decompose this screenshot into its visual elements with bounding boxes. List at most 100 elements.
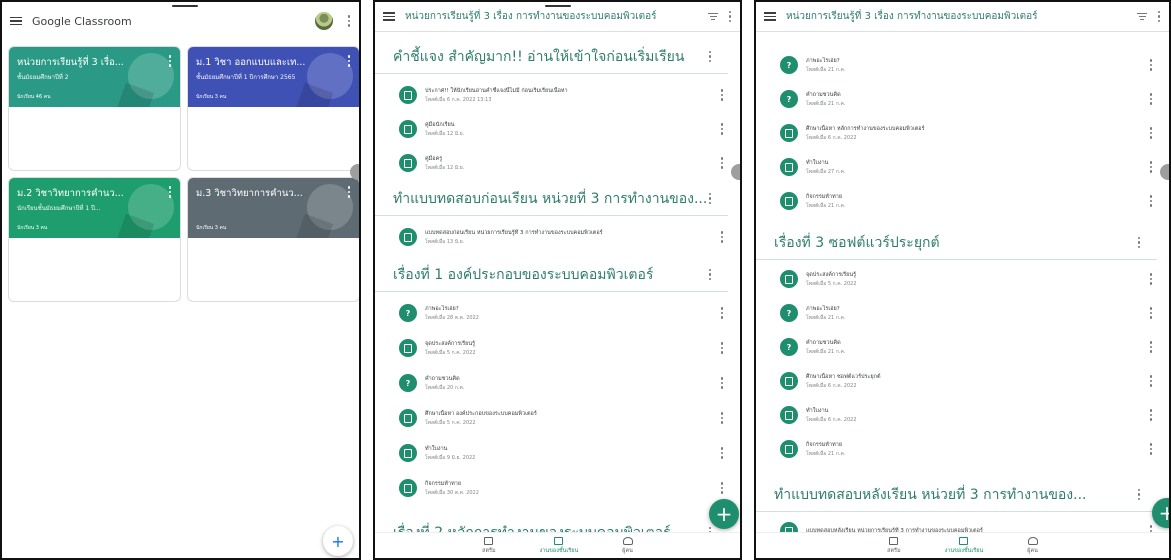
more-options-icon[interactable] (1149, 127, 1153, 139)
class-name[interactable]: หน่วยการเรียนรู้ที่ 3 เรื่อ... (17, 55, 172, 70)
class-card-header[interactable]: ม.2 วิชาวิทยาการคำนว... นักเรียนชั้นมัธยม… (9, 178, 180, 238)
classwork-topbar: หน่วยการเรียนรู้ที่ 3 เรื่อง การทำงานของ… (375, 2, 740, 32)
more-options-icon[interactable] (708, 50, 712, 63)
classwork-item[interactable]: ? ภาพอะไรเอ่ย? โพสต์เมื่อ 21 ก.ค. (756, 298, 1169, 328)
classwork-item[interactable]: ศึกษาเนื้อหา หลักการทำงานของระบบคอมพิวเต… (756, 118, 1169, 148)
more-options-icon[interactable] (720, 412, 724, 424)
item-menu (720, 123, 724, 135)
more-options-icon[interactable] (720, 157, 724, 169)
item-date: โพสต์เมื่อ 28 ต.ค. 2022 (425, 314, 479, 321)
class-card[interactable]: ม.1 วิชา ออกแบบและเท... ชั้นมัธยมศึกษาปีท… (187, 46, 359, 171)
classwork-item[interactable]: ประกาศ!! ให้นักเรียนอ่านคำชี้แจงนี้ไม่มี… (375, 80, 740, 110)
class-name[interactable]: ม.3 วิชาวิทยาการคำนว... (196, 186, 351, 201)
classwork-icon (959, 536, 969, 545)
menu-icon[interactable] (10, 16, 22, 26)
more-options-icon[interactable] (720, 89, 724, 101)
more-options-icon[interactable] (1137, 236, 1141, 249)
nav-label: งานของชั้นเรียน (944, 547, 984, 554)
classwork-item[interactable]: กิจกรรมท้าทาย โพสต์เมื่อ 30 ต.ค. 2022 (375, 473, 740, 503)
more-options-icon[interactable] (720, 447, 724, 459)
item-text: คำถามชวนคิด โพสต์เมื่อ 20 ก.ค. (425, 375, 720, 392)
classwork-item[interactable]: ? ภาพอะไรเอ่ย? โพสต์เมื่อ 28 ต.ค. 2022 (375, 298, 740, 328)
edit-pen-icon[interactable] (1160, 164, 1169, 180)
classwork-item[interactable]: ? คำถามชวนคิด โพสต์เมื่อ 20 ก.ค. (375, 368, 740, 398)
class-card[interactable]: ม.3 วิชาวิทยาการคำนว... นักเรียน 3 คน (187, 177, 359, 302)
assignment-icon (780, 440, 798, 458)
edit-pen-icon[interactable] (350, 164, 359, 180)
nav-classwork[interactable]: งานของชั้นเรียน (540, 533, 578, 558)
classwork-item[interactable]: กิจกรรมท้าทาย โพสต์เมื่อ 21 ก.ค. (756, 434, 1169, 464)
filter-icon[interactable] (708, 13, 718, 20)
more-options-icon[interactable] (1149, 93, 1153, 105)
classwork-topbar: หน่วยการเรียนรู้ที่ 3 เรื่อง การทำงานของ… (756, 2, 1169, 32)
nav-stream[interactable]: สตรีม (887, 533, 901, 558)
create-class-button[interactable]: + (323, 526, 353, 556)
classwork-item[interactable]: ทำใบงาน โพสต์เมื่อ 6 ก.ค. 2022 (756, 400, 1169, 430)
classwork-item[interactable]: ศึกษาเนื้อหา ซอฟต์แวร์ประยุกต์ โพสต์เมื่อ… (756, 366, 1169, 396)
more-options-icon[interactable] (720, 231, 724, 243)
classwork-item[interactable]: จุดประสงค์การเรียนรู้ โพสต์เมื่อ 5 ก.ค. 2… (375, 333, 740, 363)
more-options-icon[interactable] (1149, 443, 1153, 455)
material-icon (399, 154, 417, 172)
more-options-icon[interactable] (168, 186, 172, 198)
nav-people[interactable]: ผู้คน (1027, 533, 1038, 558)
more-options-icon[interactable] (347, 186, 351, 198)
avatar[interactable] (315, 12, 333, 30)
class-name[interactable]: ม.2 วิชาวิทยาการคำนว... (17, 186, 172, 201)
classwork-item[interactable]: กิจกรรมท้าทาย โพสต์เมื่อ 21 ก.ค. (756, 186, 1169, 216)
classwork-item[interactable]: ศึกษาเนื้อหา องค์ประกอบของระบบคอมพิวเตอร… (375, 403, 740, 433)
menu-icon[interactable] (383, 12, 395, 21)
more-options-icon[interactable] (1149, 375, 1153, 387)
menu-icon[interactable] (764, 12, 776, 21)
more-options-icon[interactable] (1149, 341, 1153, 353)
classwork-item[interactable]: ? คำถามชวนคิด โพสต์เมื่อ 21 ก.ค. (756, 332, 1169, 362)
classwork-item[interactable]: ? คำถามชวนคิด โพสต์เมื่อ 21 ก.ค. (756, 84, 1169, 114)
class-card-header[interactable]: ม.3 วิชาวิทยาการคำนว... นักเรียน 3 คน (188, 178, 359, 238)
classwork-item[interactable]: จุดประสงค์การเรียนรู้ โพสต์เมื่อ 5 ก.ค. 2… (756, 264, 1169, 294)
edit-pen-icon[interactable] (731, 164, 740, 180)
classwork-item[interactable]: ทำใบงาน โพสต์เมื่อ 9 มิ.ย. 2022 (375, 438, 740, 468)
more-options-icon[interactable] (1157, 10, 1161, 23)
item-text: กิจกรรมท้าทาย โพสต์เมื่อ 30 ต.ค. 2022 (425, 480, 720, 497)
item-title: ภาพอะไรเอ่ย? (806, 305, 840, 312)
classwork-item[interactable]: คู่มือครู โพสต์เมื่อ 12 มิ.ย. (375, 148, 740, 178)
nav-people[interactable]: ผู้คน (622, 533, 633, 558)
topic-header: คำชี้แจง สำคัญมาก!! อ่านให้เข้าใจก่อนเริ… (375, 40, 728, 74)
more-options-icon[interactable] (1149, 195, 1153, 207)
more-options-icon[interactable] (720, 123, 724, 135)
more-options-icon[interactable] (720, 482, 724, 494)
more-options-icon[interactable] (1149, 409, 1153, 421)
more-options-icon[interactable] (168, 55, 172, 67)
more-options-icon[interactable] (708, 192, 712, 205)
more-options-icon[interactable] (1137, 488, 1141, 501)
item-title: คู่มือครู (425, 155, 443, 162)
student-count: นักเรียน 3 คน (17, 225, 48, 231)
more-options-icon[interactable] (1149, 273, 1153, 285)
classwork-item[interactable]: ทำใบงาน โพสต์เมื่อ 27 ก.ค. (756, 152, 1169, 182)
more-options-icon[interactable] (708, 268, 712, 281)
nav-classwork[interactable]: งานของชั้นเรียน (944, 533, 984, 558)
classwork-item[interactable]: คู่มือนักเรียน โพสต์เมื่อ 12 มิ.ย. (375, 114, 740, 144)
more-options-icon[interactable] (720, 307, 724, 319)
classwork-item[interactable]: ? ภาพอะไรเอ่ย? โพสต์เมื่อ 21 ก.ค. (756, 50, 1169, 80)
more-options-icon[interactable] (347, 15, 351, 27)
more-options-icon[interactable] (347, 55, 351, 67)
more-options-icon[interactable] (1149, 59, 1153, 71)
class-card-header[interactable]: ม.1 วิชา ออกแบบและเท... ชั้นมัธยมศึกษาปีท… (188, 47, 359, 107)
filter-icon[interactable] (1137, 13, 1147, 20)
more-options-icon[interactable] (720, 377, 724, 389)
class-card-header[interactable]: หน่วยการเรียนรู้ที่ 3 เรื่อ... ชั้นมัธยมศ… (9, 47, 180, 107)
more-options-icon[interactable] (1149, 307, 1153, 319)
item-date: โพสต์เมื่อ 21 ก.ค. (806, 100, 846, 107)
class-card[interactable]: หน่วยการเรียนรู้ที่ 3 เรื่อ... ชั้นมัธยมศ… (8, 46, 181, 171)
more-options-icon[interactable] (728, 10, 732, 23)
classwork-item[interactable]: แบบทดสอบก่อนเรียน หน่วยการเรียนรู้ที่ 3 … (375, 222, 740, 252)
class-name[interactable]: ม.1 วิชา ออกแบบและเท... (196, 55, 351, 70)
more-options-icon[interactable] (720, 342, 724, 354)
item-text: ภาพอะไรเอ่ย? โพสต์เมื่อ 21 ก.ค. (806, 305, 1149, 322)
class-card[interactable]: ม.2 วิชาวิทยาการคำนว... นักเรียนชั้นมัธยม… (8, 177, 181, 302)
nav-stream[interactable]: สตรีม (482, 533, 496, 558)
more-options-icon[interactable] (1149, 161, 1153, 173)
home-topbar: Google Classroom (2, 2, 359, 40)
create-classwork-button[interactable]: + (709, 499, 739, 529)
